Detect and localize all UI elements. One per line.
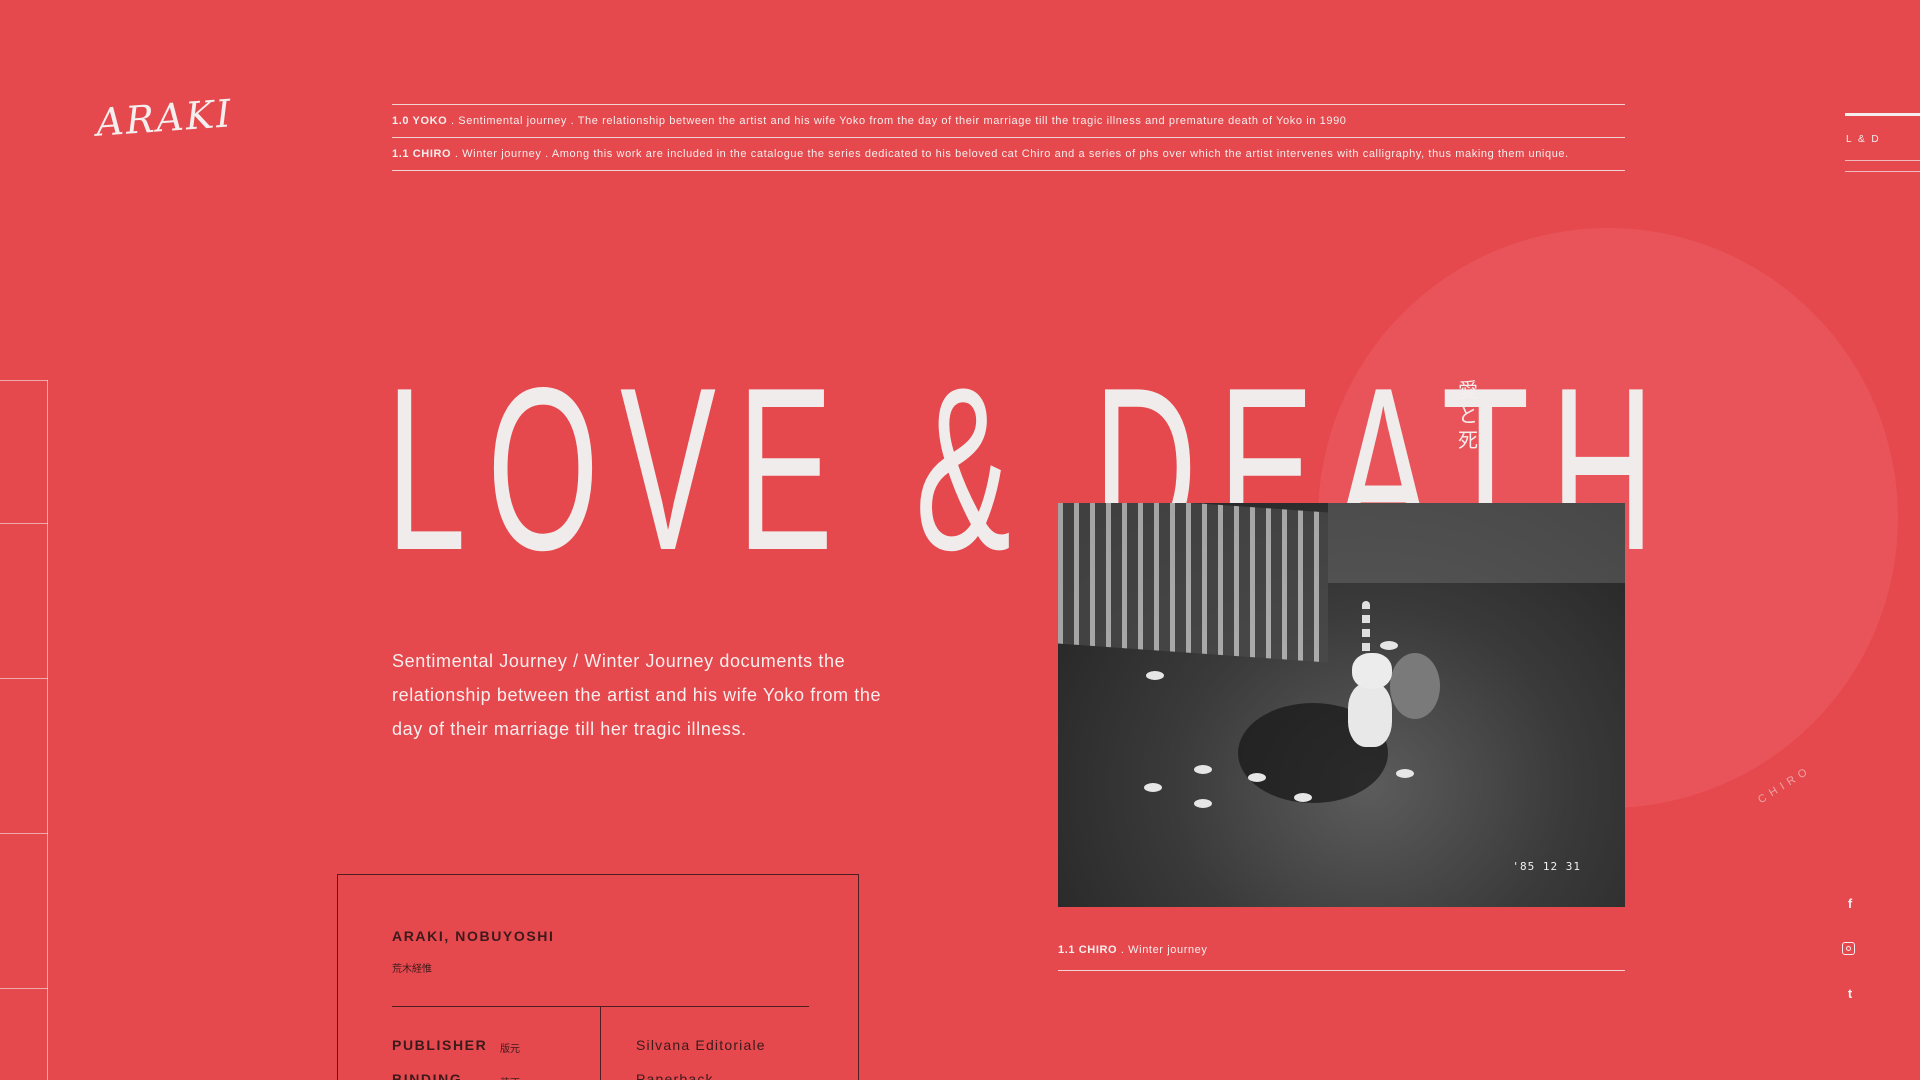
caption-divider [1058,970,1625,971]
note-chiro[interactable]: 1.1 CHIRO . Winter journey . Among this … [392,138,1625,170]
side-menu-divider [1845,171,1920,172]
publisher-value: Silvana Editoriale [636,1037,766,1053]
rotated-chiro-label: CHIRO [1756,763,1814,807]
kanji-char: 死 [1458,428,1478,452]
photo-caption: 1.1 CHIRO . Winter journey [1058,944,1625,956]
author-name: ARAKI, NOBUYOSHI [392,928,555,944]
toy-dinosaur [1146,671,1164,680]
ruler-tick [0,833,48,834]
caption-code: 1.1 CHIRO [1058,944,1118,956]
toy-dinosaur [1194,765,1212,774]
ruler-tick [0,523,48,524]
toy-dinosaur [1144,783,1162,792]
cat-tail [1362,601,1370,657]
araki-logo[interactable]: ARAKI [95,91,235,144]
photo-wall [1328,503,1625,583]
note-code: 1.0 YOKO [392,115,448,127]
binding-label: BINDING [392,1071,463,1080]
toy-dinosaur [1396,769,1414,778]
note-text: . Winter journey . Among this work are i… [451,148,1569,160]
cat-body [1348,683,1392,747]
binding-value: Paperback [636,1071,714,1080]
toy-dinosaur [1294,793,1312,802]
toy-dinosaur [1380,641,1398,650]
page: ARAKI 1.0 YOKO . Sentimental journey . T… [0,0,1920,1080]
info-divider-vertical [600,1006,601,1080]
note-text: . Sentimental journey . The relationship… [447,115,1347,127]
author-name-jp: 荒木経惟 [392,964,432,975]
top-notes: 1.0 YOKO . Sentimental journey . The rel… [392,104,1625,171]
side-menu-active-bar [1845,113,1920,116]
cat-head [1352,653,1392,689]
binding-label-jp: 装丁 [500,1074,520,1080]
ruler-tick [0,380,48,381]
left-ruler [47,380,48,1080]
kanji-title: 愛 と 死 [1456,378,1480,453]
photo-date-stamp: '85 12 31 [1512,860,1581,873]
note-yoko[interactable]: 1.0 YOKO . Sentimental journey . The rel… [392,105,1625,137]
description: Sentimental Journey / Winter Journey doc… [392,651,882,739]
publisher-label-jp: 版元 [500,1044,520,1055]
ruler-tick [0,988,48,989]
publisher-label: PUBLISHER [392,1037,488,1053]
caption-text: . Winter journey [1117,944,1208,956]
photo-fence [1058,503,1328,663]
twitter-icon[interactable]: t [1842,986,1858,1002]
kanji-char: と [1458,403,1478,427]
photo-cat [1346,601,1396,775]
divider [392,170,1625,171]
note-code: 1.1 CHIRO [392,148,452,160]
facebook-icon[interactable]: f [1842,896,1858,912]
chiro-photo[interactable]: '85 12 31 [1058,503,1625,907]
side-menu-divider [1845,160,1920,161]
toy-dinosaur [1194,799,1212,808]
toy-dinosaur [1248,773,1266,782]
photo-vase [1390,653,1440,719]
side-menu-ld-link[interactable]: L & D [1846,134,1881,145]
ruler-tick [0,678,48,679]
kanji-char: 愛 [1458,378,1478,402]
instagram-icon[interactable] [1842,942,1855,955]
